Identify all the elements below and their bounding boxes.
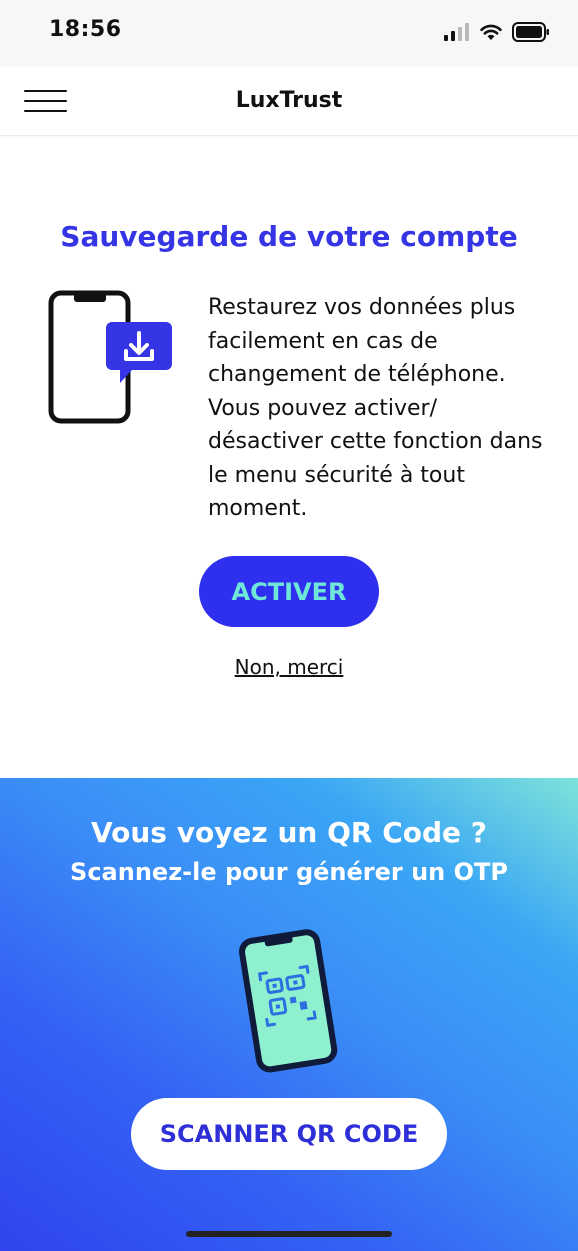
app-title: LuxTrust bbox=[235, 88, 343, 113]
screen: 18:56 LuxTrust Sauvegarde de votre compt… bbox=[0, 0, 578, 1251]
activate-button[interactable]: ACTIVER bbox=[199, 556, 379, 627]
signal-icon bbox=[444, 23, 469, 41]
decline-link[interactable]: Non, merci bbox=[0, 655, 578, 679]
qr-section: Vous voyez un QR Code ? Scannez-le pour … bbox=[0, 778, 578, 1251]
backup-title: Sauvegarde de votre compte bbox=[60, 220, 518, 253]
qr-subtitle: Scannez-le pour générer un OTP bbox=[70, 858, 508, 886]
status-icons bbox=[444, 20, 550, 44]
backup-description: Restaurez vos données plus facilement en… bbox=[208, 295, 543, 521]
qr-title: Vous voyez un QR Code ? bbox=[90, 816, 488, 849]
wifi-icon bbox=[480, 24, 502, 40]
status-time: 18:56 bbox=[49, 17, 122, 42]
app-header: LuxTrust bbox=[0, 66, 578, 136]
home-indicator bbox=[186, 1231, 392, 1237]
scan-qr-code-button[interactable]: SCANNER QR CODE bbox=[131, 1098, 447, 1170]
phone-qr-code-icon bbox=[239, 929, 338, 1073]
phone-download-icon bbox=[48, 290, 172, 424]
status-bar: 18:56 bbox=[0, 0, 578, 66]
battery-icon bbox=[512, 22, 549, 42]
